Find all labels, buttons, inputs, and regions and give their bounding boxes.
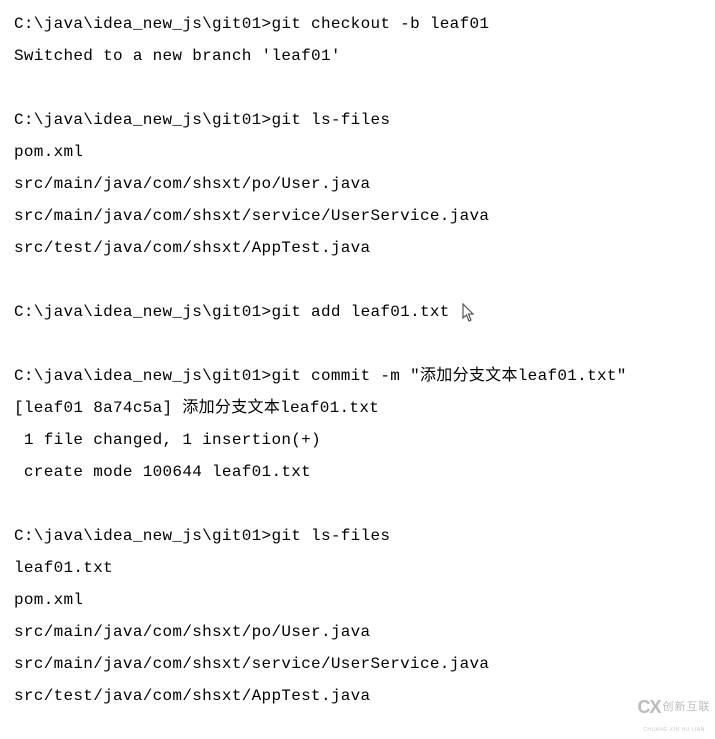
prompt: C:\java\idea_new_js\git01>	[14, 303, 271, 321]
output-line: pom.xml	[14, 584, 701, 616]
command-line: C:\java\idea_new_js\git01>git ls-files	[14, 520, 701, 552]
blank-line	[14, 264, 701, 296]
output-line: [leaf01 8a74c5a] 添加分支文本leaf01.txt	[14, 392, 701, 424]
output-line: src/main/java/com/shsxt/service/UserServ…	[14, 648, 701, 680]
blank-line	[14, 72, 701, 104]
command-text: git ls-files	[271, 111, 390, 129]
watermark-logo-text: CX	[637, 689, 660, 725]
output-line: src/test/java/com/shsxt/AppTest.java	[14, 680, 701, 712]
prompt: C:\java\idea_new_js\git01>	[14, 527, 271, 545]
command-line: C:\java\idea_new_js\git01>git ls-files	[14, 104, 701, 136]
output-line: 1 file changed, 1 insertion(+)	[14, 424, 701, 456]
output-line: src/main/java/com/shsxt/po/User.java	[14, 616, 701, 648]
output-line: create mode 100644 leaf01.txt	[14, 456, 701, 488]
prompt: C:\java\idea_new_js\git01>	[14, 15, 271, 33]
terminal-output: C:\java\idea_new_js\git01>git checkout -…	[14, 8, 701, 712]
output-line: pom.xml	[14, 136, 701, 168]
command-line: C:\java\idea_new_js\git01>git add leaf01…	[14, 296, 701, 328]
mouse-cursor-icon	[462, 303, 480, 321]
output-line: leaf01.txt	[14, 552, 701, 584]
command-text: git add leaf01.txt	[271, 303, 449, 321]
output-line: src/main/java/com/shsxt/po/User.java	[14, 168, 701, 200]
blank-line	[14, 328, 701, 360]
prompt: C:\java\idea_new_js\git01>	[14, 367, 271, 385]
prompt: C:\java\idea_new_js\git01>	[14, 111, 271, 129]
command-text: git ls-files	[271, 527, 390, 545]
blank-line	[14, 488, 701, 520]
output-line: Switched to a new branch 'leaf01'	[14, 40, 701, 72]
watermark-brand-text: 创新互联	[663, 696, 711, 718]
output-line: src/main/java/com/shsxt/service/UserServ…	[14, 200, 701, 232]
command-text: git checkout -b leaf01	[271, 15, 489, 33]
watermark-subtitle: CHUANG XIN HU LIAN	[643, 725, 705, 735]
command-text: git commit -m "添加分支文本leaf01.txt"	[271, 367, 626, 385]
command-line: C:\java\idea_new_js\git01>git checkout -…	[14, 8, 701, 40]
output-line: src/test/java/com/shsxt/AppTest.java	[14, 232, 701, 264]
command-line: C:\java\idea_new_js\git01>git commit -m …	[14, 360, 701, 392]
watermark: CX 创新互联 CHUANG XIN HU LIAN	[633, 693, 715, 731]
